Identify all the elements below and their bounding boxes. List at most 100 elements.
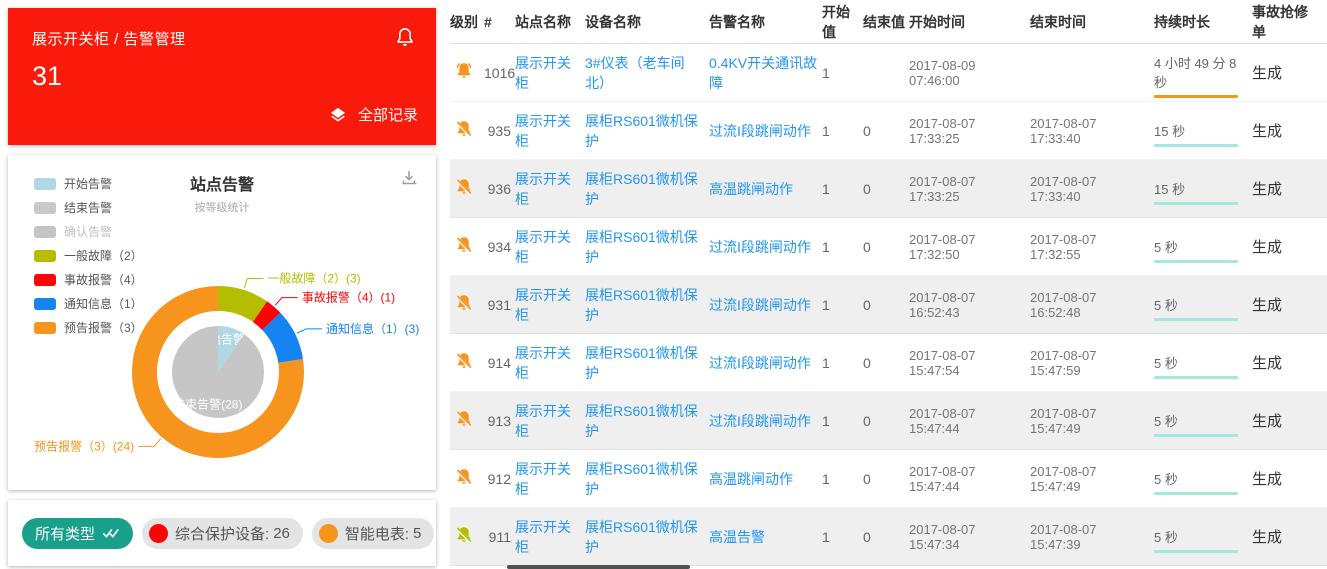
- alarm-table-row: 936展示开关柜展柜RS601微机保护高温跳闸动作102017-08-07 17…: [450, 160, 1327, 218]
- device-link[interactable]: 3#仪表（老车间北）: [585, 53, 709, 93]
- start-value: 1: [822, 123, 863, 139]
- start-time: 2017-08-07 16:52:43: [909, 290, 1030, 320]
- alarm-table-row: 913展示开关柜展柜RS601微机保护过流I段跳闸动作102017-08-07 …: [450, 392, 1327, 450]
- duration-text: 4 小时 49 分 8 秒: [1154, 56, 1236, 90]
- duration-cell: 5 秒: [1154, 405, 1252, 437]
- generate-order-button[interactable]: 生成: [1252, 236, 1322, 257]
- station-link[interactable]: 展示开关柜: [515, 53, 585, 93]
- end-value: 0: [863, 297, 909, 313]
- legend-item[interactable]: 通知信息（1）: [34, 295, 143, 312]
- end-time: 2017-08-07 15:47:39: [1030, 522, 1154, 552]
- bell-muted-icon: [454, 235, 474, 255]
- generate-order-button[interactable]: 生成: [1252, 178, 1322, 199]
- generate-order-button[interactable]: 生成: [1252, 352, 1322, 373]
- alarm-name-link[interactable]: 0.4KV开关通讯故障: [709, 53, 822, 93]
- start-time: 2017-08-07 15:47:44: [909, 464, 1030, 494]
- device-link[interactable]: 展柜RS601微机保护: [585, 343, 709, 383]
- alarm-name-link[interactable]: 过流I段跳闸动作: [709, 237, 822, 257]
- legend-label: 开始告警: [64, 175, 112, 192]
- generate-order-button[interactable]: 生成: [1252, 294, 1322, 315]
- duration-cell: 15 秒: [1154, 115, 1252, 147]
- legend-item[interactable]: 一般故障（2）: [34, 247, 143, 264]
- alarm-name-link[interactable]: 高温跳闸动作: [709, 179, 822, 199]
- station-link[interactable]: 展示开关柜: [515, 111, 585, 151]
- station-link[interactable]: 展示开关柜: [515, 401, 585, 441]
- alarm-table-row: 935展示开关柜展柜RS601微机保护过流I段跳闸动作102017-08-07 …: [450, 102, 1327, 160]
- alarm-table-row: 934展示开关柜展柜RS601微机保护过流I段跳闸动作102017-08-07 …: [450, 218, 1327, 276]
- device-link[interactable]: 展柜RS601微机保护: [585, 517, 709, 557]
- end-time: 2017-08-07 15:47:49: [1030, 464, 1154, 494]
- bell-muted-icon: [454, 351, 474, 371]
- filter-chip-all-types[interactable]: 所有类型: [22, 518, 133, 549]
- duration-text: 15 秒: [1154, 124, 1185, 139]
- generate-order-button[interactable]: 生成: [1252, 410, 1322, 431]
- breadcrumb: 展示开关柜 / 告警管理: [32, 28, 412, 49]
- legend-item[interactable]: 事故报警（4）: [34, 271, 143, 288]
- end-value: 0: [863, 181, 909, 197]
- generate-order-button[interactable]: 生成: [1252, 62, 1322, 83]
- all-records-button[interactable]: 全部记录: [328, 104, 418, 125]
- column-header: 结束时间: [1030, 12, 1154, 32]
- alarm-name-link[interactable]: 过流I段跳闸动作: [709, 295, 822, 315]
- start-value: 1: [822, 239, 863, 255]
- station-link[interactable]: 展示开关柜: [515, 169, 585, 209]
- generate-order-button[interactable]: 生成: [1252, 526, 1322, 547]
- duration-underline: [1154, 434, 1238, 437]
- layers-icon: [328, 105, 348, 125]
- column-header: 设备名称: [585, 12, 709, 32]
- device-link[interactable]: 展柜RS601微机保护: [585, 285, 709, 325]
- duration-cell: 15 秒: [1154, 173, 1252, 205]
- legend-item[interactable]: 预告报警（3）: [34, 319, 143, 336]
- generate-order-button[interactable]: 生成: [1252, 120, 1322, 141]
- bell-muted-icon: [454, 119, 474, 139]
- legend-item[interactable]: 开始告警: [34, 175, 143, 192]
- end-value: 0: [863, 471, 909, 487]
- alarm-name-link[interactable]: 过流I段跳闸动作: [709, 121, 822, 141]
- alarm-id: 934: [484, 239, 515, 255]
- alarm-table: 级别#站点名称设备名称告警名称开始值结束值开始时间结束时间持续时长事故抢修单10…: [450, 0, 1327, 566]
- device-link[interactable]: 展柜RS601微机保护: [585, 169, 709, 209]
- station-link[interactable]: 展示开关柜: [515, 343, 585, 383]
- station-link[interactable]: 展示开关柜: [515, 227, 585, 267]
- alarm-name-link[interactable]: 高温告警: [709, 527, 822, 547]
- device-link[interactable]: 展柜RS601微机保护: [585, 227, 709, 267]
- end-value: 0: [863, 239, 909, 255]
- start-time: 2017-08-09 07:46:00: [909, 58, 1030, 88]
- alarm-level-cell: [450, 409, 484, 432]
- end-value: 0: [863, 413, 909, 429]
- start-time: 2017-08-07 17:33:25: [909, 116, 1030, 146]
- alarm-level-cell: [450, 525, 484, 548]
- horizontal-scrollbar[interactable]: [507, 565, 690, 569]
- end-time: 2017-08-07 17:33:40: [1030, 174, 1154, 204]
- device-link[interactable]: 展柜RS601微机保护: [585, 459, 709, 499]
- bell-muted-icon: [454, 467, 474, 487]
- legend-item[interactable]: 确认告警: [34, 223, 143, 240]
- start-time: 2017-08-07 17:32:50: [909, 232, 1030, 262]
- alarm-name-link[interactable]: 过流I段跳闸动作: [709, 411, 822, 431]
- chip-count: 26: [273, 525, 290, 542]
- alarm-name-link[interactable]: 高温跳闸动作: [709, 469, 822, 489]
- bell-icon[interactable]: [394, 26, 416, 48]
- station-link[interactable]: 展示开关柜: [515, 459, 585, 499]
- duration-underline: [1154, 202, 1238, 205]
- device-link[interactable]: 展柜RS601微机保护: [585, 111, 709, 151]
- alarm-table-row: 912展示开关柜展柜RS601微机保护高温跳闸动作102017-08-07 15…: [450, 450, 1327, 508]
- start-value: 1: [822, 413, 863, 429]
- station-link[interactable]: 展示开关柜: [515, 285, 585, 325]
- station-link[interactable]: 展示开关柜: [515, 517, 585, 557]
- column-header: 开始值: [822, 2, 863, 42]
- alarm-name-link[interactable]: 过流I段跳闸动作: [709, 353, 822, 373]
- duration-underline: [1154, 260, 1238, 263]
- filter-chip[interactable]: 智能电表:5: [312, 518, 435, 549]
- alarm-level-cell: [450, 61, 484, 84]
- duration-underline: [1154, 144, 1238, 147]
- alarm-table-row: 911展示开关柜展柜RS601微机保护高温告警102017-08-07 15:4…: [450, 508, 1327, 566]
- alarm-level-cell: [450, 235, 484, 258]
- double-check-icon: [102, 526, 120, 540]
- duration-text: 5 秒: [1154, 240, 1178, 255]
- legend-item[interactable]: 结束告警: [34, 199, 143, 216]
- generate-order-button[interactable]: 生成: [1252, 468, 1322, 489]
- device-link[interactable]: 展柜RS601微机保护: [585, 401, 709, 441]
- legend-label: 通知信息（1）: [64, 295, 143, 312]
- filter-chip[interactable]: 综合保护设备:26: [142, 518, 303, 549]
